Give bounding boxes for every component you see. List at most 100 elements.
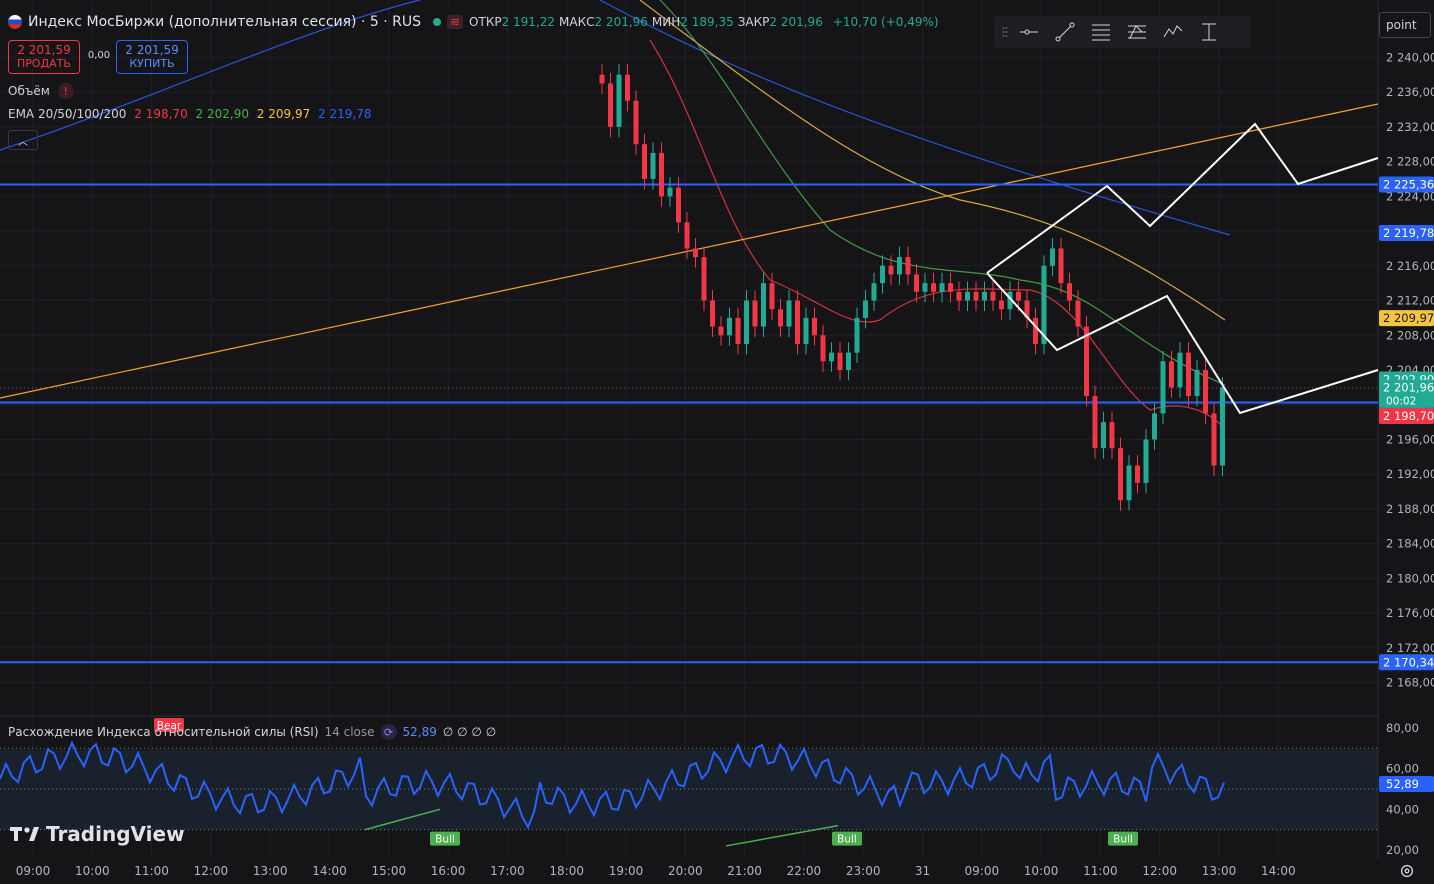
candle-body-30: [854, 317, 860, 353]
logo-text: TradingView: [46, 822, 185, 846]
ohlc-label-0: ОТКР: [469, 15, 502, 29]
candle-body-27: [829, 352, 834, 362]
buy-button[interactable]: 2 201,59 КУПИТЬ: [116, 40, 188, 74]
candle-body-56: [1075, 300, 1081, 327]
price-tick-11: 2 196,00: [1386, 432, 1434, 446]
chart-canvas[interactable]: 09:00 10:00 11:00 12:00 13:00 14:00 15:00 16:00…: [0, 0, 1434, 884]
ohlc-label-1: МАКС: [559, 15, 595, 29]
candle-body-7: [659, 152, 664, 197]
ema-value-200: 2 219,78: [318, 107, 372, 121]
candle-body-53: [1050, 248, 1055, 266]
candle-body-69: [1186, 352, 1191, 397]
candle-body-42: [956, 291, 962, 301]
ohlc-value-3: 2 201,96: [769, 15, 823, 29]
candle-body-14: [718, 326, 724, 336]
ema-value-50: 2 202,90: [195, 107, 249, 121]
trend-line-icon[interactable]: [1048, 18, 1082, 46]
rsi-flags: ∅ ∅ ∅ ∅: [442, 725, 497, 739]
candle-body-59: [1101, 422, 1106, 449]
price-tick-18: 2 168,00: [1386, 676, 1434, 690]
time-label-15: 31: [915, 864, 930, 878]
symbol-title[interactable]: Индекс МосБиржи (дополнительная сессия) …: [28, 14, 421, 30]
candle-body-60: [1109, 422, 1115, 449]
time-label-17: 10:00: [1024, 864, 1059, 878]
warning-icon[interactable]: !: [57, 83, 74, 99]
time-label-13: 22:00: [787, 864, 822, 878]
buy-label: КУПИТЬ: [129, 57, 175, 70]
candle-body-18: [752, 300, 758, 327]
market-status-icon[interactable]: [432, 18, 441, 26]
candle-body-37: [914, 274, 919, 292]
candle-body-62: [1126, 465, 1132, 501]
price-badge-label-4: 2 209,97: [1383, 311, 1434, 325]
time-label-1: 10:00: [75, 864, 110, 878]
price-tick-3: 2 228,00: [1386, 155, 1434, 169]
candle-body-28: [837, 352, 843, 370]
price-tick-14: 2 184,00: [1386, 537, 1434, 551]
candle-body-65: [1152, 413, 1157, 440]
candle-body-71: [1203, 370, 1208, 414]
russia-flag-icon: [8, 15, 22, 29]
time-label-0: 09:00: [16, 864, 51, 878]
price-tick-6: 2 216,00: [1386, 259, 1434, 273]
tradingview-logo-icon: [10, 827, 39, 841]
refresh-icon[interactable]: ⟳: [380, 724, 397, 740]
ema-legend[interactable]: EMA 20/50/100/200 2 198,70 2 202,90 2 20…: [8, 107, 372, 121]
time-label-18: 11:00: [1083, 864, 1118, 878]
horizontal-ray-icon[interactable]: [1012, 18, 1046, 46]
rsi-signal-label-1: Bull: [435, 834, 455, 846]
time-label-7: 16:00: [431, 864, 466, 878]
candle-body-9: [676, 187, 681, 223]
rsi-axis-1: 60,00: [1386, 762, 1419, 776]
volume-legend[interactable]: Объём !: [8, 83, 74, 99]
fib-extension-icon[interactable]: [1120, 18, 1154, 46]
symbol-header: Индекс МосБиржи (дополнительная сессия) …: [8, 14, 939, 30]
rsi-axis-0: 80,00: [1386, 721, 1419, 735]
candle-body-16: [735, 317, 741, 344]
buy-price: 2 201,59: [125, 43, 179, 57]
price-tick-0: 2 240,00: [1386, 50, 1434, 64]
candle-body-67: [1169, 361, 1174, 388]
candle-body-61: [1118, 448, 1123, 501]
candle-body-72: [1211, 413, 1217, 466]
ohlc-label-2: МИН: [651, 15, 681, 29]
price-tick-16: 2 176,00: [1386, 606, 1434, 620]
sell-button[interactable]: 2 201,59 ПРОДАТЬ: [8, 40, 80, 74]
candle-body-36: [905, 257, 911, 275]
price-tick-1: 2 236,00: [1386, 85, 1434, 99]
pattern-icon[interactable]: [1156, 18, 1190, 46]
time-label-16: 09:00: [965, 864, 1000, 878]
fib-retracement-icon[interactable]: [1084, 18, 1118, 46]
candle-body-52: [1041, 265, 1047, 344]
tradingview-logo[interactable]: TradingView: [10, 822, 185, 846]
candle-body-70: [1194, 370, 1200, 397]
rsi-legend[interactable]: Расхождение Индекса относительной силы (…: [8, 724, 496, 740]
drawing-toolbar: [994, 16, 1250, 48]
drag-handle-icon[interactable]: [1000, 18, 1010, 46]
time-label-2: 11:00: [134, 864, 169, 878]
ohlc-value-1: 2 201,96: [594, 15, 648, 29]
collapse-legend-button[interactable]: ︿: [8, 130, 38, 150]
candle-body-13: [710, 300, 715, 327]
time-label-12: 21:00: [727, 864, 762, 878]
price-tick-12: 2 192,00: [1386, 467, 1434, 481]
price-tick-8: 2 208,00: [1386, 328, 1434, 342]
candle-body-24: [803, 317, 809, 344]
data-delay-icon[interactable]: ≋: [446, 15, 464, 29]
long-position-icon[interactable]: [1192, 18, 1226, 46]
rsi-axis-2: 40,00: [1386, 802, 1419, 816]
candle-body-6: [650, 152, 656, 179]
volume-label: Объём: [8, 84, 50, 98]
gear-icon[interactable]: [1398, 862, 1416, 880]
candle-body-33: [880, 265, 885, 284]
candle-body-11: [693, 248, 698, 258]
rsi-value-badge-label: 52,89: [1386, 777, 1419, 791]
time-label-14: 23:00: [846, 864, 881, 878]
sell-label: ПРОДАТЬ: [17, 57, 71, 70]
price-tick-13: 2 188,00: [1386, 502, 1434, 516]
rsi-signal-label-3: Bull: [1113, 834, 1133, 846]
ohlc-readout: ОТКР2 191,22 МАКС2 201,96 МИН2 189,35 ЗАКР2…: [469, 15, 827, 29]
time-label-19: 12:00: [1142, 864, 1177, 878]
time-label-5: 14:00: [312, 864, 347, 878]
price-scale-mode[interactable]: point: [1379, 12, 1431, 38]
